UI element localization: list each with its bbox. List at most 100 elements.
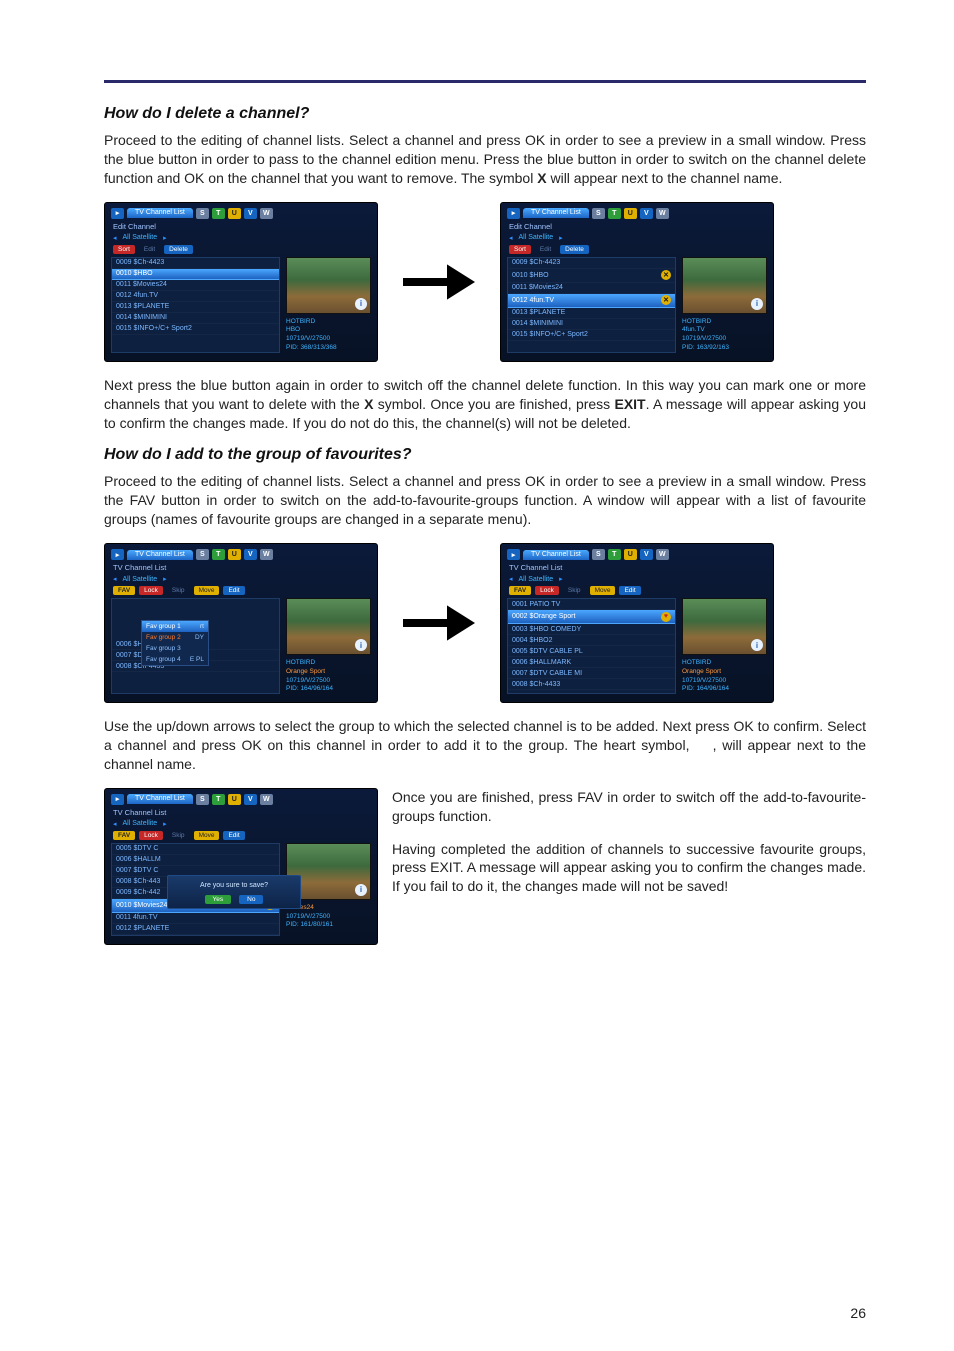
popup-tail: DY <box>195 634 204 641</box>
side-panel: i HOTBIRD 4fun.TV 10719/V/27500 PID: 163… <box>682 257 767 353</box>
sort-button: Sort <box>509 245 531 254</box>
func-key-icon: S <box>196 794 209 805</box>
popup-item-label: Fav group 2 <box>146 634 181 641</box>
func-key-icon: V <box>640 549 653 560</box>
info-pid: PID: 368/313/368 <box>286 344 371 353</box>
list-item: 0005 $DTV CABLE PL <box>508 646 675 657</box>
delete-button: Delete <box>560 245 589 254</box>
edit-button: Edit <box>139 245 160 254</box>
stb-fav-applied: ▸ TV Channel List S T U V W TV Channel L… <box>500 543 774 703</box>
sort-button: Sort <box>113 245 135 254</box>
skip-button: Skip <box>167 831 190 840</box>
func-key-icon: U <box>228 794 241 805</box>
delete-button: Delete <box>164 245 193 254</box>
arrow-right-icon <box>394 593 484 653</box>
chevron-left-icon: ◂ <box>509 234 513 242</box>
tab-title: TV Channel List <box>127 550 193 560</box>
satellite-label: All Satellite <box>123 234 158 241</box>
func-key-icon: V <box>640 208 653 219</box>
panel-subtitle: TV Channel List <box>509 563 767 572</box>
func-key-icon: V <box>244 208 257 219</box>
info-icon: i <box>751 298 763 310</box>
info-ch: 4fun.TV <box>682 326 767 335</box>
list-item: 0012 4fun.TV <box>112 291 279 302</box>
list-item: 0003 $HBO COMEDY <box>508 624 675 635</box>
list-item: 0014 $MINIMINI <box>508 319 675 330</box>
info-freq: 10719/V/27500 <box>682 677 767 686</box>
info-freq: 10719/V/27500 <box>286 677 371 686</box>
func-key-icon: T <box>212 208 225 219</box>
list-item: 0011 $Movies24 <box>508 283 675 294</box>
info-freq: 10719/V/27500 <box>286 335 371 344</box>
chevron-left-icon: ◂ <box>113 575 117 583</box>
fav-group-popup: Fav group 1 rt Fav group 2 DY Fav group … <box>141 620 209 666</box>
chevron-left-icon: ◂ <box>509 575 513 583</box>
func-key-icon: W <box>260 208 273 219</box>
list-item: 0004 $HBO2 <box>508 635 675 646</box>
content-row: 0001 PATIO TV 0002 $Orange Sport ♥ 0003 … <box>507 598 767 694</box>
info-pid: PID: 163/92/163 <box>682 344 767 353</box>
header-rule <box>104 80 866 83</box>
list-item: 0015 $INFO+/C+ Sport2 <box>508 330 675 341</box>
heart-mark-icon: ♥ <box>661 612 671 622</box>
info-icon: i <box>355 639 367 651</box>
func-key-icon: W <box>656 208 669 219</box>
list-item: 0002 $Orange Sport ♥ <box>508 610 675 624</box>
info-sat: HOTBIRD <box>682 318 767 327</box>
info-ch: Orange Sport <box>682 668 767 677</box>
tab-title: TV Channel List <box>523 208 589 218</box>
preview-window: i <box>682 257 767 314</box>
arrow-right-icon <box>394 252 484 312</box>
delete-mark-icon: ✕ <box>661 270 671 280</box>
lock-button: Lock <box>535 586 559 595</box>
info-freq: 10719/V/27500 <box>682 335 767 344</box>
channel-list: 0009 $Ch-4423 0010 $HBO 0011 $Movies24 0… <box>111 257 280 353</box>
info-icon: i <box>355 298 367 310</box>
func-key-icon: W <box>260 794 273 805</box>
manual-page: How do I delete a channel? Proceed to th… <box>0 0 954 1351</box>
info-ch: HBO <box>286 326 371 335</box>
func-key-icon: U <box>228 208 241 219</box>
info-pid: PID: 164/96/164 <box>682 685 767 694</box>
list-item: 0005 $DTV C <box>112 844 279 855</box>
satellite-selector: ◂ All Satellite ▸ <box>509 234 767 242</box>
list-item: 0006 $HALLMARK <box>508 657 675 668</box>
info-sat: HOTBIRD <box>286 659 371 668</box>
list-item-label: 0012 4fun.TV <box>512 297 554 304</box>
chevron-right-icon: ▸ <box>163 575 167 583</box>
figure-row-fav: ▸ TV Channel List S T U V W TV Channel L… <box>104 543 866 703</box>
content-row: 0009 $Ch-4423 0010 $HBO 0011 $Movies24 0… <box>111 257 371 353</box>
preview-window: i <box>682 598 767 655</box>
func-key-icon: T <box>608 208 621 219</box>
list-item: 0008 $Ch-4433 <box>508 679 675 690</box>
info-pid: PID: 164/96/164 <box>286 685 371 694</box>
page-number: 26 <box>850 1305 866 1321</box>
content-row: 0009 $Ch-4423 0010 $HBO ✕ 0011 $Movies24… <box>507 257 767 353</box>
lock-button: Lock <box>139 586 163 595</box>
func-key-icon: V <box>244 549 257 560</box>
chevron-right-icon: ▸ <box>559 575 563 583</box>
list-item-label: 0002 $Orange Sport <box>512 613 575 620</box>
tab-row: ▸ TV Channel List S T U V W <box>507 208 767 219</box>
nav-dot-icon: ▸ <box>507 549 520 560</box>
info-sat: HOTBIRD <box>286 318 371 327</box>
tab-row: ▸ TV Channel List S T U V W <box>111 208 371 219</box>
popup-item: Fav group 3 <box>142 643 208 654</box>
popup-tail: rt <box>200 623 204 630</box>
side-panel: i HOTBIRD Orange Sport 10719/V/27500 PID… <box>286 598 371 694</box>
func-key-icon: V <box>244 794 257 805</box>
side-panel: i HOTBIRD HBO 10719/V/27500 PID: 368/313… <box>286 257 371 353</box>
skip-button: Skip <box>563 586 586 595</box>
info-icon: i <box>355 884 367 896</box>
dialog-buttons: Yes No <box>174 895 294 904</box>
func-key-icon: S <box>196 549 209 560</box>
chevron-right-icon: ▸ <box>559 234 563 242</box>
list-item: 0012 4fun.TV ✕ <box>508 294 675 308</box>
popup-item-label: Fav group 4 <box>146 656 181 663</box>
edit-button: Edit <box>223 586 244 595</box>
fav-button: FAV <box>113 586 135 595</box>
list-item: 0001 PATIO TV <box>508 599 675 610</box>
func-key-icon: U <box>624 549 637 560</box>
satellite-selector: ◂ All Satellite ▸ <box>509 575 767 583</box>
list-item: 0013 $PLANETE <box>508 308 675 319</box>
